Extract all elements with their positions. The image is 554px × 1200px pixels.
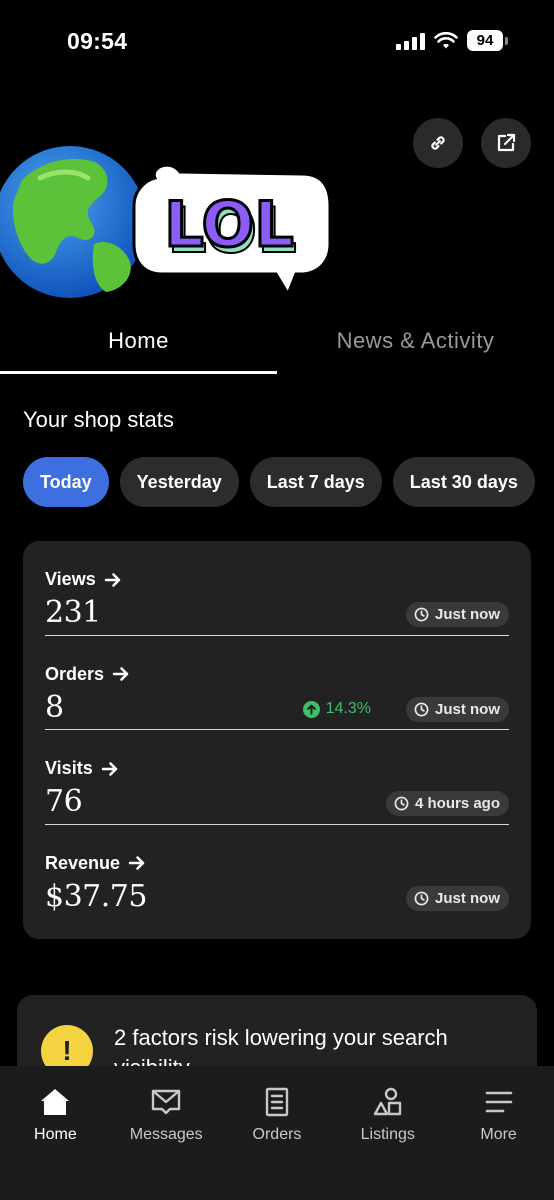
range-chip-yesterday[interactable]: Yesterday	[119, 457, 239, 507]
trend-indicator: 14.3%	[302, 697, 371, 722]
stat-label: Orders	[45, 664, 130, 685]
nav-label: Listings	[360, 1126, 415, 1143]
updated-badge: Just now	[405, 885, 509, 911]
home-icon	[39, 1086, 71, 1118]
nav-item-listings[interactable]: Listings	[332, 1066, 443, 1200]
range-chip-last-7-days[interactable]: Last 7 days	[249, 457, 382, 507]
nav-label: Home	[34, 1126, 77, 1143]
arrow-right-icon	[112, 667, 129, 681]
nav-item-orders[interactable]: Orders	[222, 1066, 333, 1200]
status-icons: 94	[396, 30, 508, 51]
tab-bar: Home News & Activity	[0, 318, 554, 376]
stat-value: 8	[45, 689, 64, 725]
orders-icon	[261, 1086, 293, 1118]
nav-item-messages[interactable]: Messages	[111, 1066, 222, 1200]
stat-label-text: Revenue	[45, 852, 121, 873]
battery-level: 94	[467, 30, 503, 51]
updated-badge: Just now	[405, 696, 509, 722]
menu-icon	[483, 1086, 515, 1118]
status-time: 09:54	[67, 28, 128, 54]
lol-lettering: LOL LOL	[163, 187, 298, 269]
external-share-icon	[497, 133, 516, 152]
date-range-selector: Today Yesterday Last 7 days Last 30 days	[23, 457, 535, 507]
stat-label-text: Orders	[45, 663, 105, 684]
section-title-shop-stats: Your shop stats	[23, 407, 174, 432]
wifi-icon	[434, 31, 458, 48]
nav-label: Orders	[252, 1126, 302, 1143]
stat-value: 76	[45, 784, 83, 819]
stat-row-visits[interactable]: Visits 76 4 hours ago	[45, 730, 509, 825]
battery-icon: 94	[467, 30, 508, 51]
updated-text: Just now	[434, 606, 500, 623]
open-shop-button[interactable]	[481, 118, 531, 168]
range-chip-today[interactable]: Today	[23, 457, 109, 507]
updated-text: Just now	[434, 889, 500, 907]
nav-item-home[interactable]: Home	[0, 1066, 111, 1200]
tab-news-activity[interactable]: News & Activity	[277, 318, 554, 376]
stat-value: 231	[45, 595, 101, 630]
stat-label-text: Views	[45, 569, 96, 589]
globe-icon	[0, 146, 146, 298]
updated-badge: 4 hours ago	[385, 791, 509, 816]
arrow-right-icon	[104, 572, 120, 587]
updated-text: Just now	[434, 700, 500, 718]
status-bar: 09:54 94	[0, 0, 554, 84]
stats-card: Views 231 Just now Orders 8 14.3% Just n…	[23, 541, 531, 939]
clock-icon	[414, 702, 429, 716]
bottom-nav: Home Messages Orders Listings More	[0, 1066, 554, 1200]
arrow-right-icon	[128, 856, 145, 870]
nav-item-more[interactable]: More	[443, 1066, 554, 1200]
shop-logo: LOL LOL	[0, 146, 332, 298]
clock-icon	[414, 607, 429, 622]
nav-label: More	[480, 1126, 517, 1143]
clock-icon	[414, 891, 429, 905]
stat-label: Views	[45, 569, 122, 590]
tab-home[interactable]: Home	[0, 318, 277, 376]
stat-value: $37.75	[45, 878, 147, 914]
stat-row-orders[interactable]: Orders 8 14.3% Just now	[45, 636, 509, 730]
messages-icon	[150, 1086, 182, 1118]
stat-label: Revenue	[45, 853, 146, 874]
copy-link-button[interactable]	[413, 118, 463, 168]
stat-row-views[interactable]: Views 231 Just now	[45, 541, 509, 636]
arrow-right-icon	[101, 761, 117, 776]
link-icon	[431, 136, 445, 150]
trend-value: 14.3%	[325, 700, 371, 717]
svg-text:LOL: LOL	[164, 188, 294, 261]
listings-icon	[372, 1086, 404, 1118]
cellular-signal-icon	[396, 32, 425, 50]
updated-text: 4 hours ago	[414, 795, 500, 812]
stat-label: Visits	[45, 758, 119, 779]
arrow-up-circle-icon	[302, 700, 320, 718]
range-chip-last-30-days[interactable]: Last 30 days	[392, 457, 535, 507]
nav-label: Messages	[129, 1126, 203, 1143]
stat-label-text: Visits	[45, 758, 93, 778]
stat-row-revenue[interactable]: Revenue $37.75 Just now	[45, 825, 509, 920]
updated-badge: Just now	[405, 602, 509, 627]
clock-icon	[394, 796, 409, 811]
